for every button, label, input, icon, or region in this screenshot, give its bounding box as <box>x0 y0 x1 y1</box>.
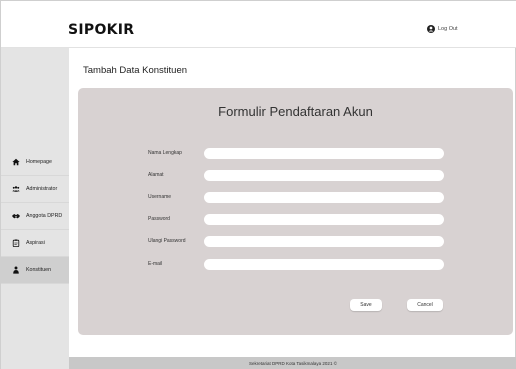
sidebar-item-label: Anggota DPRD <box>26 213 63 219</box>
users-icon <box>12 186 20 192</box>
field-label: Password <box>148 216 170 222</box>
field-label: Username <box>148 194 172 200</box>
handshake-icon <box>12 214 20 219</box>
cancel-button[interactable]: Cancel <box>407 299 443 311</box>
form-title: Formulir Pendaftaran Akun <box>218 104 373 119</box>
form-row-alamat: Alamat <box>78 170 513 181</box>
logout-label: Log Out <box>438 26 458 32</box>
sidebar-item-label: Konstituen <box>26 267 52 273</box>
confirm-password-input[interactable] <box>204 236 444 247</box>
sidebar-item-homepage[interactable]: Homepage <box>1 149 69 176</box>
user-circle-icon <box>427 25 435 33</box>
home-icon <box>12 158 20 166</box>
field-label: Alamat <box>148 172 164 178</box>
page-title: Tambah Data Konstituen <box>83 65 188 76</box>
person-icon <box>13 266 19 274</box>
save-button[interactable]: Save <box>350 299 382 311</box>
footer: Sekretariat DPRD Kota Tasikmalaya 2021 © <box>69 357 516 369</box>
form-row-email: E-mail <box>78 259 513 270</box>
sidebar-item-label: Aspirasi <box>26 240 45 246</box>
sidebar-item-konstituen[interactable]: Konstituen <box>1 257 69 284</box>
sidebar-item-administrator[interactable]: Administrator <box>1 176 69 203</box>
sidebar-item-anggota-dprd[interactable]: Anggota DPRD <box>1 203 69 230</box>
logout-button[interactable]: Log Out <box>427 25 458 33</box>
alamat-input[interactable] <box>204 170 444 181</box>
sidebar-nav: Homepage Administrator Anggota DPRD Aspi… <box>1 149 69 284</box>
form-row-password: Password <box>78 214 513 225</box>
sidebar: Homepage Administrator Anggota DPRD Aspi… <box>1 48 69 369</box>
registration-form-card: Formulir Pendaftaran Akun Nama Lengkap A… <box>78 88 513 335</box>
sidebar-item-label: Administrator <box>26 186 58 192</box>
clipboard-icon <box>12 239 20 247</box>
app-frame: SIPOKIR Log Out Homepage Administrator A… <box>0 0 516 369</box>
nama-lengkap-input[interactable] <box>204 148 444 159</box>
form-row-ulangi-password: Ulangi Password <box>78 236 513 247</box>
password-input[interactable] <box>204 214 444 225</box>
field-label: Ulangi Password <box>148 238 186 244</box>
field-label: Nama Lengkap <box>148 150 182 156</box>
username-input[interactable] <box>204 192 444 203</box>
header: SIPOKIR Log Out <box>1 1 516 48</box>
field-label: E-mail <box>148 261 163 267</box>
brand-logo[interactable]: SIPOKIR <box>68 22 134 38</box>
email-input[interactable] <box>204 259 444 270</box>
sidebar-item-aspirasi[interactable]: Aspirasi <box>1 230 69 257</box>
form-row-username: Username <box>78 192 513 203</box>
sidebar-item-label: Homepage <box>26 159 52 165</box>
form-row-nama-lengkap: Nama Lengkap <box>78 148 513 159</box>
